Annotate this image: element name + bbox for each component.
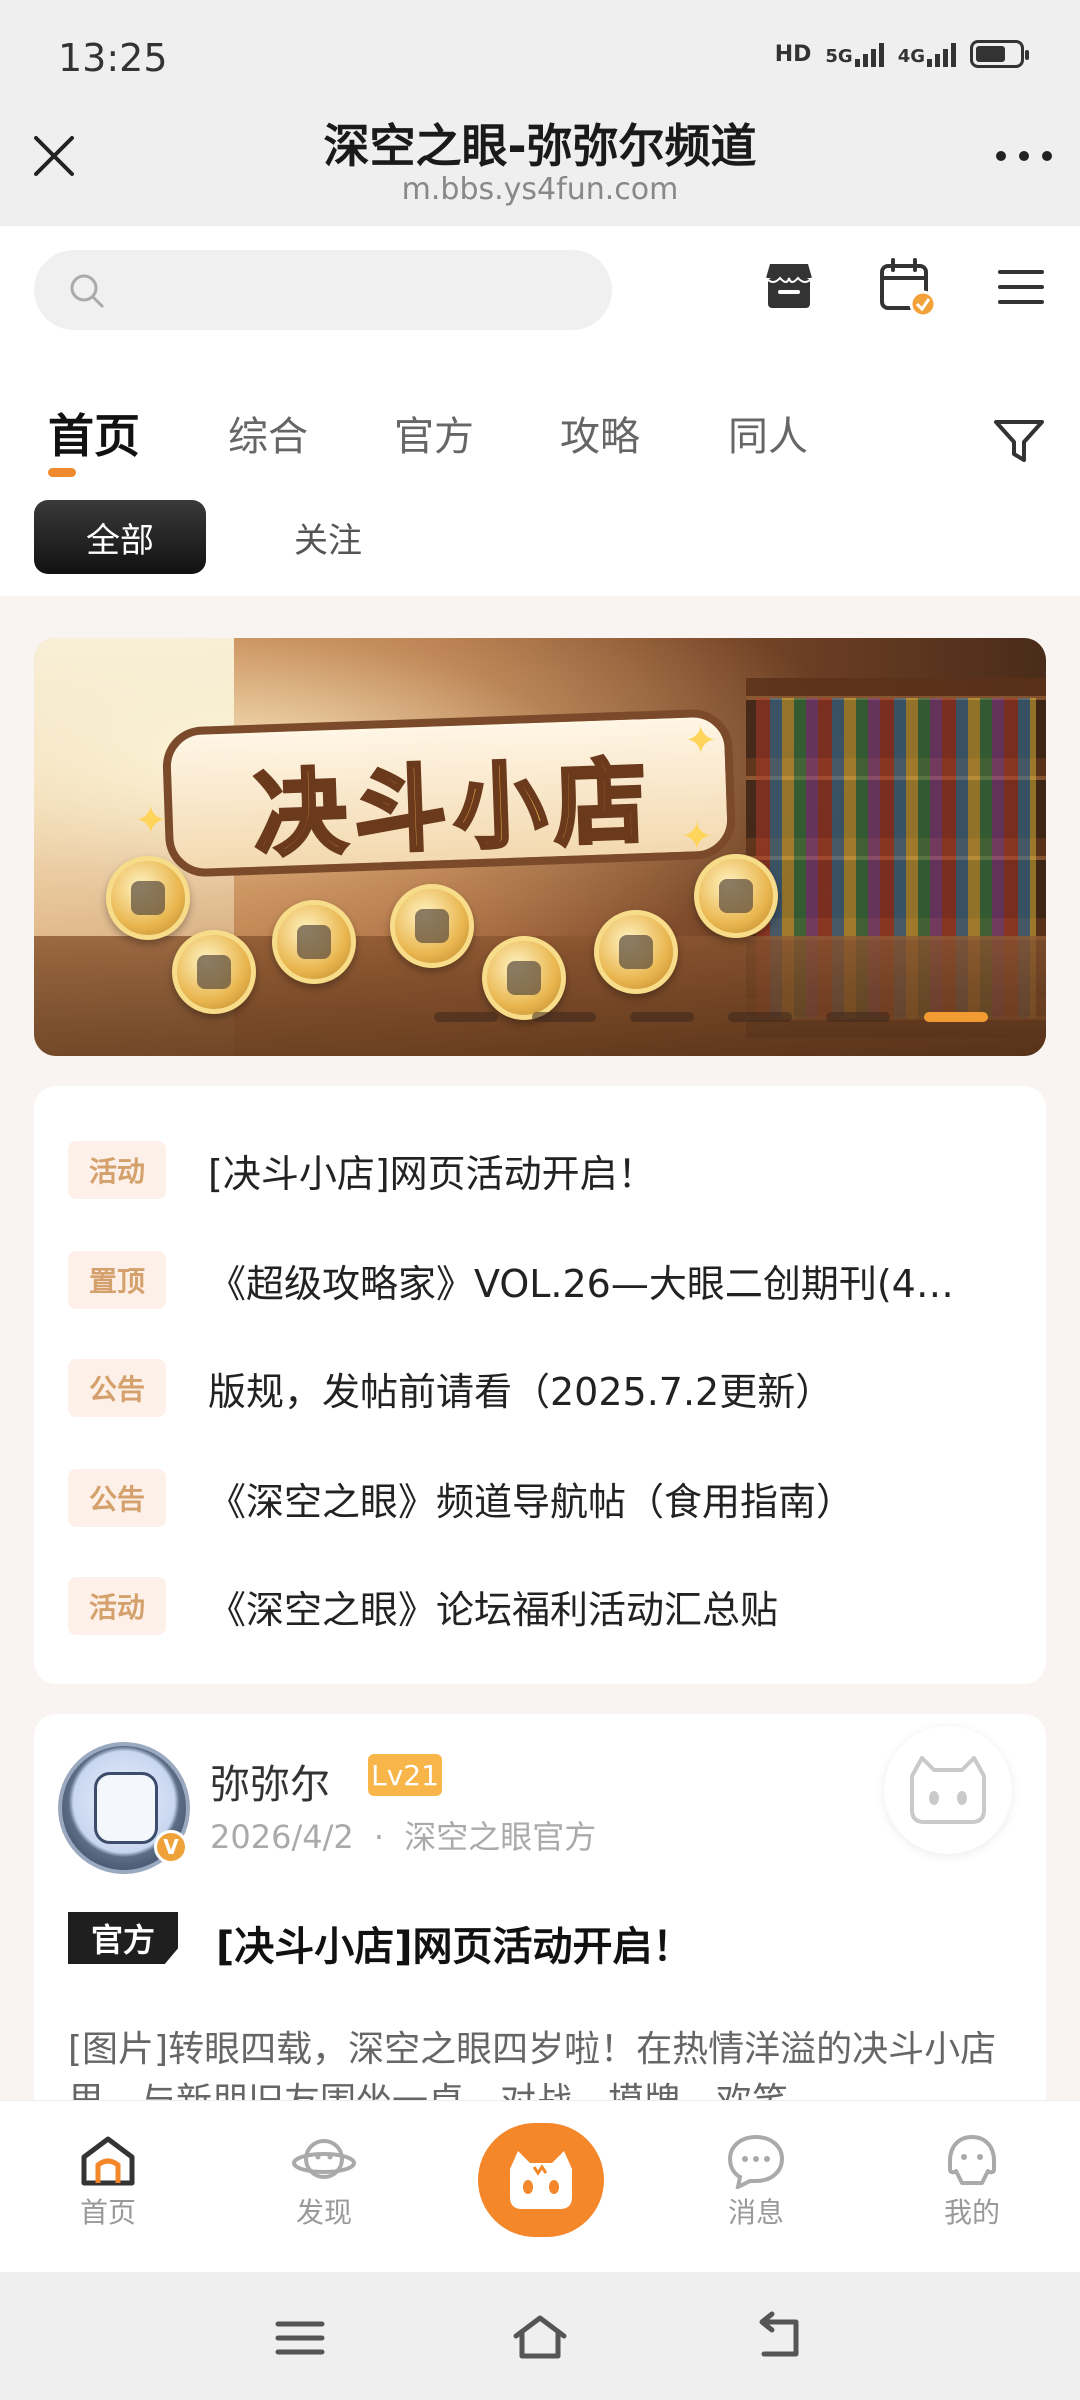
reward-coin-icon bbox=[390, 884, 474, 968]
more-options-icon[interactable] bbox=[996, 144, 1052, 168]
post-title[interactable]: [决斗小店]网页活动开启！ bbox=[216, 1914, 693, 1972]
mascot-icon bbox=[510, 2151, 572, 2209]
tab-official[interactable]: 官方 bbox=[394, 404, 474, 462]
reward-coin-icon bbox=[172, 930, 256, 1014]
pinned-item[interactable]: 公告 《深空之眼》频道导航帖（食用指南） bbox=[68, 1468, 1018, 1528]
official-tag: 官方 bbox=[68, 1912, 178, 1964]
nav-label: 首页 bbox=[79, 2196, 136, 2229]
search-icon bbox=[70, 274, 104, 308]
tab-home[interactable]: 首页 bbox=[48, 400, 140, 466]
channel-tabs: 首页 综合 官方 攻略 同人 bbox=[0, 376, 1080, 496]
message-icon bbox=[727, 2134, 785, 2189]
nav-home[interactable]: 首页 bbox=[48, 2133, 168, 2231]
pinned-item[interactable]: 活动 [决斗小店]网页活动开启！ bbox=[68, 1140, 1018, 1200]
avatar[interactable]: V bbox=[58, 1742, 190, 1874]
page-url: m.bbs.ys4fun.com bbox=[401, 172, 679, 207]
author-name[interactable]: 弥弥尔 bbox=[210, 1752, 330, 1810]
planet-icon bbox=[292, 2139, 356, 2179]
post-source: 深空之眼官方 bbox=[404, 1818, 597, 1856]
status-bar: 13:25 HD 5G 4G bbox=[0, 0, 1080, 100]
banner-pagination bbox=[434, 1012, 988, 1022]
reward-coin-icon bbox=[594, 910, 678, 994]
post-excerpt: [图片]转眼四载，深空之眼四岁啦！在热情洋溢的决斗小店里，与新朋旧友围坐一桌，对… bbox=[68, 2029, 997, 2100]
active-tab-indicator bbox=[48, 468, 76, 477]
pinned-item[interactable]: 公告 版规，发帖前请看（2025.7.2更新） bbox=[68, 1358, 1018, 1418]
signal-4g-icon: 4G bbox=[898, 41, 956, 67]
pinned-posts: 活动 [决斗小店]网页活动开启！ 置顶 《超级攻略家》VOL.26—大眼二创期刊… bbox=[34, 1086, 1046, 1684]
hd-indicator: HD bbox=[775, 42, 812, 67]
pinned-tag: 公告 bbox=[68, 1469, 166, 1527]
nav-label: 消息 bbox=[727, 2196, 784, 2229]
menu-icon[interactable] bbox=[990, 256, 1052, 318]
profile-icon bbox=[948, 2135, 996, 2185]
pagination-dot[interactable] bbox=[434, 1012, 498, 1022]
level-badge: Lv21 bbox=[368, 1754, 442, 1796]
pagination-dot[interactable] bbox=[532, 1012, 596, 1022]
pinned-tag: 公告 bbox=[68, 1359, 166, 1417]
page-title: 深空之眼-弥弥尔频道 bbox=[323, 119, 757, 173]
reward-coin-icon bbox=[694, 854, 778, 938]
hd-label: HD bbox=[774, 41, 812, 67]
post-meta: 2026/4/2 · 深空之眼官方 bbox=[210, 1812, 596, 1858]
subtab-following[interactable]: 关注 bbox=[250, 500, 406, 574]
sparkle-icon: ✦ bbox=[134, 798, 168, 844]
reward-coin-icon bbox=[272, 900, 356, 984]
pinned-title: 《深空之眼》论坛福利活动汇总贴 bbox=[208, 1587, 779, 1632]
search-input[interactable] bbox=[124, 250, 584, 330]
signal-5g-icon: 5G bbox=[825, 41, 884, 67]
home-icon bbox=[81, 2136, 135, 2186]
nav-label: 发现 bbox=[295, 2196, 352, 2229]
sparkle-icon: ✦ bbox=[684, 718, 718, 764]
pinned-tag: 置顶 bbox=[68, 1251, 166, 1309]
recent-apps-icon[interactable] bbox=[270, 2308, 330, 2368]
tab-guides[interactable]: 攻略 bbox=[560, 404, 640, 462]
network-4g-label: 4G bbox=[897, 46, 925, 67]
status-time: 13:25 bbox=[58, 36, 168, 80]
pinned-title: 《深空之眼》频道导航帖（食用指南） bbox=[208, 1479, 855, 1524]
system-nav-bar bbox=[0, 2272, 1080, 2400]
status-icons: HD 5G 4G bbox=[775, 40, 1029, 68]
meta-separator: · bbox=[373, 1818, 385, 1856]
tab-general[interactable]: 综合 bbox=[228, 404, 308, 462]
pagination-dot[interactable] bbox=[728, 1012, 792, 1022]
pagination-dot[interactable] bbox=[630, 1012, 694, 1022]
nav-center-mascot[interactable] bbox=[478, 2123, 604, 2237]
nav-profile[interactable]: 我的 bbox=[912, 2133, 1032, 2231]
nav-discover[interactable]: 发现 bbox=[264, 2133, 384, 2231]
title-bar: 深空之眼-弥弥尔频道 m.bbs.ys4fun.com bbox=[0, 100, 1080, 226]
avatar-mascot bbox=[94, 1772, 158, 1844]
home-button-icon[interactable] bbox=[510, 2308, 570, 2368]
subtab-all[interactable]: 全部 bbox=[34, 500, 206, 574]
pagination-dot[interactable] bbox=[826, 1012, 890, 1022]
search-box[interactable] bbox=[34, 250, 612, 330]
event-banner[interactable]: 决斗小店 ✦ ✦ ✦ bbox=[34, 638, 1046, 1056]
bottom-nav: 首页 发现 消息 我的 bbox=[0, 2100, 1080, 2272]
back-icon[interactable] bbox=[750, 2308, 810, 2368]
reward-coin-icon bbox=[106, 856, 190, 940]
verified-badge-icon: V bbox=[154, 1830, 188, 1864]
pinned-item[interactable]: 置顶 《超级攻略家》VOL.26—大眼二创期刊(4… bbox=[68, 1250, 1018, 1310]
nav-label: 我的 bbox=[943, 2196, 1000, 2229]
pinned-tag: 活动 bbox=[68, 1577, 166, 1635]
pinned-title: 版规，发帖前请看（2025.7.2更新） bbox=[208, 1369, 834, 1414]
pinned-tag: 活动 bbox=[68, 1141, 166, 1199]
reward-coin-icon bbox=[482, 936, 566, 1020]
nav-messages[interactable]: 消息 bbox=[696, 2133, 816, 2231]
sparkle-icon: ✦ bbox=[680, 814, 714, 860]
shop-icon[interactable] bbox=[758, 256, 820, 318]
battery-icon bbox=[970, 40, 1029, 68]
floating-assistant-icon[interactable] bbox=[884, 1726, 1012, 1854]
tab-fanart[interactable]: 同人 bbox=[728, 404, 808, 462]
page-content: 首页 综合 官方 攻略 同人 全部 关注 决斗小店 ✦ ✦ ✦ 活动 [决斗小店… bbox=[0, 226, 1080, 2100]
post-date: 2026/4/2 bbox=[210, 1818, 354, 1856]
pinned-title: 《超级攻略家》VOL.26—大眼二创期刊(4… bbox=[208, 1261, 954, 1306]
pinned-title: [决斗小店]网页活动开启！ bbox=[208, 1151, 656, 1196]
network-5g-label: 5G bbox=[825, 46, 853, 67]
channel-header: 首页 综合 官方 攻略 同人 全部 关注 bbox=[0, 226, 1080, 596]
calendar-checkin-icon[interactable] bbox=[876, 256, 938, 318]
filter-icon[interactable] bbox=[990, 412, 1048, 470]
pinned-item[interactable]: 活动 《深空之眼》论坛福利活动汇总贴 bbox=[68, 1576, 1018, 1636]
banner-title: 决斗小店 bbox=[251, 746, 659, 871]
pagination-dot[interactable] bbox=[924, 1012, 988, 1022]
